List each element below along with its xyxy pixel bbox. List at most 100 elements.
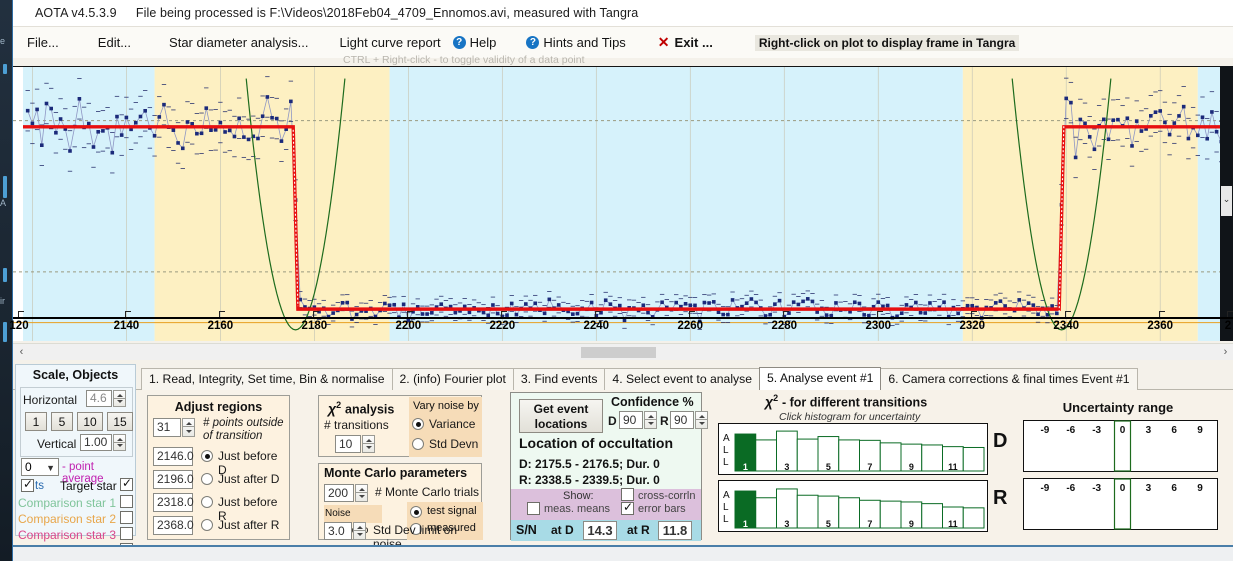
x-axis-tick-label: 2160 bbox=[207, 320, 234, 332]
region-value-just-after-r[interactable]: 2368.0 bbox=[153, 516, 194, 535]
zoom-button-10[interactable]: 10 bbox=[77, 412, 103, 431]
chi2-analysis-title-rest: analysis bbox=[345, 402, 395, 417]
horizontal-value[interactable]: 4.6 bbox=[86, 390, 112, 407]
npoints-spinner[interactable] bbox=[182, 418, 195, 437]
region-value-just-before-d[interactable]: 2146.0 bbox=[153, 447, 194, 466]
points-checkbox[interactable] bbox=[21, 477, 34, 492]
chi2-hist-subtitle: Click histogram for uncertainty bbox=[779, 411, 921, 423]
chevron-down-icon[interactable]: ⌄ bbox=[1221, 194, 1232, 205]
region-value-just-after-d[interactable]: 2196.0 bbox=[153, 470, 194, 489]
get-event-locations-button[interactable]: Get event locations bbox=[519, 399, 603, 433]
x-axis-tick bbox=[1159, 311, 1161, 317]
chi2-hist-bar[interactable] bbox=[962, 446, 985, 472]
confidence-r-spinner[interactable] bbox=[695, 411, 708, 429]
x-axis-tick-label: 2320 bbox=[959, 320, 986, 332]
x-axis-tick bbox=[1065, 311, 1067, 317]
mc-trials-spinner[interactable] bbox=[355, 484, 368, 502]
chi2-hist-tick-label: 3 bbox=[784, 519, 789, 529]
sn-at-r-value: 11.8 bbox=[658, 521, 692, 540]
light-curve-svg[interactable] bbox=[13, 67, 1233, 341]
zoom-button-15[interactable]: 15 bbox=[107, 412, 133, 431]
confidence-d-spinner[interactable] bbox=[644, 411, 657, 429]
uncertainty-plot-r[interactable]: -9 -6 -3 0 3 6 9 bbox=[1023, 478, 1218, 530]
npoints-value[interactable]: 31 bbox=[153, 418, 181, 437]
transitions-spinner[interactable] bbox=[362, 435, 375, 453]
signal-to-noise-row: S/N at D 14.3 at R 11.8 bbox=[511, 520, 701, 541]
chi2-hist-tick-label: 5 bbox=[826, 462, 831, 472]
zoom-button-5[interactable]: 5 bbox=[51, 412, 73, 431]
menu-star-diameter-analysis[interactable]: Star diameter analysis... bbox=[169, 33, 308, 52]
tab-5[interactable]: 5. Analyse event #1 bbox=[759, 367, 882, 390]
chi2-hist-bar[interactable] bbox=[921, 503, 943, 529]
menu-edit[interactable]: Edit... bbox=[98, 33, 131, 52]
vertical-value[interactable]: 1.00 bbox=[80, 434, 112, 451]
scroll-left-arrow-icon[interactable]: ‹ bbox=[13, 344, 30, 361]
uncertainty-tick-label: -9 bbox=[1040, 483, 1049, 494]
chi2-hist-side-letter: L bbox=[723, 514, 729, 525]
plot-horizontal-scrollbar[interactable]: ‹ › bbox=[13, 343, 1233, 360]
chi2-hist-row-label-r: R bbox=[993, 487, 1008, 509]
x-axis-tick bbox=[501, 311, 503, 317]
stddev-limit-value[interactable]: 3.0 bbox=[324, 522, 352, 540]
stddev-limit-spinner[interactable] bbox=[353, 522, 366, 540]
hscroll-thumb[interactable] bbox=[581, 347, 656, 358]
monte-carlo-panel: Monte Carlo parameters 200 # Monte Carlo… bbox=[318, 463, 483, 551]
point-average-select[interactable]: 0 ▼ bbox=[21, 458, 59, 476]
chi2-hist-bar[interactable] bbox=[879, 442, 902, 472]
show-checkbox-error-bars[interactable] bbox=[621, 500, 634, 515]
chi2-histogram-d[interactable]: ALL 1 3 5 7 9 11 bbox=[718, 423, 988, 475]
confidence-d-value[interactable]: 90 bbox=[619, 411, 643, 429]
object-checkbox-comparison-star-3[interactable] bbox=[120, 527, 133, 540]
object-checkbox-comparison-star-2[interactable] bbox=[120, 511, 133, 524]
scroll-right-arrow-icon[interactable]: › bbox=[1217, 344, 1233, 361]
menu-light-curve-report[interactable]: Light curve report bbox=[340, 33, 441, 52]
light-curve-plot[interactable] bbox=[13, 66, 1233, 341]
chi2-hist-row-label-d: D bbox=[993, 430, 1008, 452]
object-checkbox-target-star[interactable] bbox=[120, 476, 133, 491]
region-value-just-before-r[interactable]: 2318.0 bbox=[153, 493, 194, 512]
uncertainty-plot-d[interactable]: -9 -6 -3 0 3 6 9 bbox=[1023, 420, 1218, 472]
chi2-hist-bar[interactable] bbox=[755, 439, 777, 472]
tab-3[interactable]: 3. Find events bbox=[512, 368, 606, 390]
analysis-tab-bar: 1. Read, Integrity, Set time, Bin & norm… bbox=[141, 367, 1138, 390]
region-radio-just-before-r[interactable] bbox=[201, 496, 213, 508]
tab-6[interactable]: 6. Camera corrections & final times Even… bbox=[880, 368, 1138, 390]
region-radio-just-after-r[interactable] bbox=[201, 519, 213, 531]
horizontal-spinner[interactable] bbox=[113, 390, 126, 407]
confidence-r-value[interactable]: 90 bbox=[670, 411, 694, 429]
zoom-button-1[interactable]: 1 bbox=[25, 412, 47, 431]
transitions-value[interactable]: 10 bbox=[335, 435, 361, 453]
plot-vertical-scrollbar[interactable]: ⌄ bbox=[1220, 66, 1233, 341]
chi2-hist-bar[interactable] bbox=[962, 507, 985, 529]
object-checkbox-comparison-star-1[interactable] bbox=[120, 495, 133, 508]
tab-1[interactable]: 1. Read, Integrity, Set time, Bin & norm… bbox=[141, 368, 393, 390]
menu-hints-and-tips[interactable]: ? Hints and Tips bbox=[526, 33, 626, 52]
vary-noise-radio-variance[interactable] bbox=[412, 418, 424, 430]
confidence-r-label: R bbox=[660, 414, 669, 428]
tab-4[interactable]: 4. Select event to analyse bbox=[604, 368, 760, 390]
chi2-histogram-r[interactable]: ALL 1 3 5 7 9 11 bbox=[718, 480, 988, 532]
chi2-hist-bar[interactable] bbox=[879, 500, 902, 529]
menu-help[interactable]: ? Help bbox=[452, 33, 496, 52]
chi2-hist-tick-label: 9 bbox=[909, 462, 914, 472]
chi2-hist-bar[interactable] bbox=[838, 497, 860, 529]
menu-exit[interactable]: ✕ Exit ... bbox=[658, 32, 713, 53]
x-axis-tick bbox=[219, 311, 221, 317]
chi2-hist-bar[interactable] bbox=[796, 494, 819, 529]
show-checkbox-meas-means[interactable] bbox=[527, 502, 540, 515]
region-radio-just-before-d[interactable] bbox=[201, 450, 213, 462]
vertical-spinner[interactable] bbox=[113, 434, 126, 451]
x-axis-tick bbox=[877, 311, 879, 317]
app-name: AOTA v4.5.3.9 bbox=[35, 6, 117, 20]
tab-2[interactable]: 2. (info) Fourier plot bbox=[391, 368, 514, 390]
vary-noise-radio-stddevn[interactable] bbox=[412, 438, 424, 450]
noise-radio-test-signal[interactable] bbox=[410, 506, 422, 518]
chi2-hist-bar[interactable] bbox=[921, 444, 943, 472]
region-radio-just-after-d[interactable] bbox=[201, 473, 213, 485]
chi2-hist-bar[interactable] bbox=[838, 439, 860, 472]
mc-trials-value[interactable]: 200 bbox=[324, 484, 354, 502]
chi2-hist-bar[interactable] bbox=[796, 438, 819, 472]
menu-file[interactable]: File... bbox=[27, 33, 59, 52]
chi2-hist-bar[interactable] bbox=[755, 497, 777, 529]
noise-applied-label: Noise applied to bbox=[324, 505, 382, 536]
